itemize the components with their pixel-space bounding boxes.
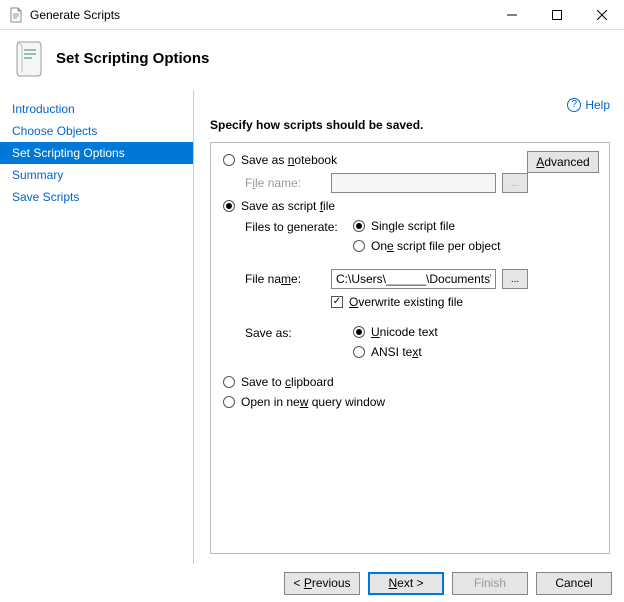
- next-button[interactable]: Next >: [368, 572, 444, 595]
- sidebar-item-summary[interactable]: Summary: [0, 164, 193, 186]
- sidebar-item-choose-objects[interactable]: Choose Objects: [0, 120, 193, 142]
- ansi-text-label: ANSI text: [371, 345, 422, 359]
- wizard-sidebar: Introduction Choose Objects Set Scriptin…: [0, 90, 193, 564]
- titlebar: Generate Scripts: [0, 0, 624, 30]
- radio-icon: [223, 396, 235, 408]
- save-to-clipboard-radio[interactable]: Save to clipboard: [223, 375, 597, 389]
- files-to-generate-label: Files to generate:: [245, 219, 353, 234]
- options-groupbox: Advanced Save as notebook File name: ...…: [210, 142, 610, 554]
- save-as-encoding-group: Save as: Unicode text ANSI text: [223, 325, 597, 365]
- open-in-new-query-label: Open in new query window: [241, 395, 385, 409]
- overwrite-checkbox[interactable]: ✓ Overwrite existing file: [223, 295, 597, 309]
- one-file-per-object-label: One script file per object: [371, 239, 500, 253]
- minimize-button[interactable]: [489, 0, 534, 29]
- notebook-filename-row: File name: ...: [223, 173, 597, 193]
- finish-button: Finish: [452, 572, 528, 595]
- save-as-script-file-label: Save as script file: [241, 199, 335, 213]
- script-browse-button[interactable]: ...: [502, 269, 528, 289]
- radio-icon: [353, 326, 365, 338]
- window-title: Generate Scripts: [30, 8, 489, 22]
- cancel-button[interactable]: Cancel: [536, 572, 612, 595]
- sidebar-item-save-scripts[interactable]: Save Scripts: [0, 186, 193, 208]
- radio-icon: [223, 376, 235, 388]
- maximize-button[interactable]: [534, 0, 579, 29]
- single-script-file-label: Single script file: [371, 219, 455, 233]
- sidebar-item-set-scripting-options[interactable]: Set Scripting Options: [0, 142, 193, 164]
- ansi-text-radio[interactable]: ANSI text: [353, 345, 438, 359]
- overwrite-label: Overwrite existing file: [349, 295, 463, 309]
- app-icon: [8, 7, 24, 23]
- radio-icon: [223, 200, 235, 212]
- radio-icon: [223, 154, 235, 166]
- radio-icon: [353, 346, 365, 358]
- script-filename-input[interactable]: [331, 269, 496, 289]
- script-filename-row: File name: ...: [223, 269, 597, 289]
- notebook-filename-label: File name:: [245, 176, 331, 190]
- help-label: Help: [585, 98, 610, 112]
- close-button[interactable]: [579, 0, 624, 29]
- wizard-footer: < Previous Next > Finish Cancel: [0, 564, 624, 602]
- header-banner: Set Scripting Options: [0, 30, 624, 90]
- page-title: Set Scripting Options: [56, 50, 209, 67]
- maximize-icon: [552, 10, 562, 20]
- script-filename-label: File name:: [245, 272, 331, 286]
- help-link[interactable]: ? Help: [210, 98, 610, 112]
- help-icon: ?: [567, 98, 581, 112]
- main-panel: ? Help Specify how scripts should be sav…: [193, 90, 624, 564]
- files-to-generate-group: Files to generate: Single script file On…: [223, 219, 597, 259]
- minimize-icon: [507, 10, 517, 20]
- notebook-browse-button: ...: [502, 173, 528, 193]
- window-controls: [489, 0, 624, 29]
- body-area: Introduction Choose Objects Set Scriptin…: [0, 90, 624, 564]
- save-as-encoding-label: Save as:: [245, 325, 353, 340]
- checkbox-icon: ✓: [331, 296, 343, 308]
- save-as-script-file-radio[interactable]: Save as script file: [223, 199, 597, 213]
- previous-button[interactable]: < Previous: [284, 572, 360, 595]
- single-script-file-radio[interactable]: Single script file: [353, 219, 500, 233]
- script-scroll-icon: [14, 38, 46, 78]
- unicode-text-radio[interactable]: Unicode text: [353, 325, 438, 339]
- close-icon: [597, 10, 607, 20]
- save-as-notebook-label: Save as notebook: [241, 153, 337, 167]
- open-in-new-query-radio[interactable]: Open in new query window: [223, 395, 597, 409]
- instruction-text: Specify how scripts should be saved.: [210, 118, 610, 132]
- sidebar-item-introduction[interactable]: Introduction: [0, 98, 193, 120]
- advanced-button[interactable]: Advanced: [527, 151, 599, 173]
- radio-icon: [353, 240, 365, 252]
- save-to-clipboard-label: Save to clipboard: [241, 375, 334, 389]
- radio-icon: [353, 220, 365, 232]
- unicode-text-label: Unicode text: [371, 325, 438, 339]
- notebook-filename-input: [331, 173, 496, 193]
- one-file-per-object-radio[interactable]: One script file per object: [353, 239, 500, 253]
